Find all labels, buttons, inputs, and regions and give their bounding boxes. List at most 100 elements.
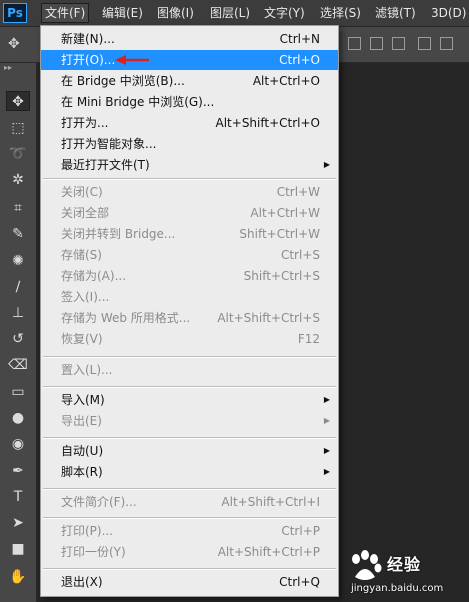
healing-brush-tool-icon[interactable]: ✺: [6, 251, 30, 271]
menu-item-label: 关闭并转到 Bridge...: [61, 227, 176, 241]
file-menu-item[interactable]: 自动(U) ▶: [41, 441, 338, 461]
history-brush-tool-icon[interactable]: ↺: [6, 329, 30, 349]
align-left-icon[interactable]: [418, 37, 431, 50]
file-menu-item[interactable]: 在 Mini Bridge 中浏览(G)...: [41, 92, 338, 112]
align-bottom-icon[interactable]: [392, 37, 405, 50]
menu-select[interactable]: 选择(S): [317, 3, 364, 23]
hand-tool-icon[interactable]: ✋: [6, 567, 30, 587]
move-tool-options-icon[interactable]: ✥: [8, 36, 20, 52]
marquee-tool-icon[interactable]: ⬚: [6, 118, 30, 138]
file-menu-item[interactable]: 导入(M) ▶: [41, 390, 338, 410]
file-menu-item: 关闭全部 Alt+Ctrl+W: [41, 203, 338, 223]
menu-item-shortcut: Ctrl+P: [281, 524, 320, 538]
menu-file[interactable]: 文件(F): [41, 3, 90, 23]
lasso-tool-icon[interactable]: ➰: [6, 144, 30, 164]
file-menu-item: 文件简介(F)... Alt+Shift+Ctrl+I: [41, 492, 338, 512]
menu-item-label: 打开为智能对象...: [61, 137, 157, 151]
menu-separator: [43, 386, 336, 388]
file-menu-item: 导出(E) ▶: [41, 411, 338, 431]
eyedropper-tool-icon[interactable]: ✎: [6, 224, 30, 244]
gradient-tool-icon[interactable]: ▭: [6, 382, 30, 402]
menu-item-shortcut: Shift+Ctrl+W: [239, 227, 320, 241]
baidu-paw-logo-icon: [352, 550, 382, 580]
menu-3d[interactable]: 3D(D): [428, 3, 469, 23]
brush-tool-icon[interactable]: ∕: [6, 277, 30, 297]
menu-item-label: 打印一份(Y): [61, 545, 126, 559]
menu-separator: [43, 488, 336, 490]
menu-filter[interactable]: 滤镜(T): [372, 3, 419, 23]
file-menu-item: 恢复(V) F12: [41, 329, 338, 349]
file-menu-item: 存储为(A)... Shift+Ctrl+S: [41, 266, 338, 286]
menu-separator: [43, 178, 336, 180]
file-menu-item[interactable]: 最近打开文件(T) ▶: [41, 155, 338, 175]
baidu-jingyan-watermark: 经验 jingyan.baidu.com: [345, 545, 465, 599]
menu-item-shortcut: Ctrl+W: [276, 185, 320, 199]
file-menu-item: 打印一份(Y) Alt+Shift+Ctrl+P: [41, 542, 338, 562]
menu-separator: [43, 437, 336, 439]
submenu-arrow-icon: ▶: [323, 160, 330, 169]
align-top-icon[interactable]: [348, 37, 361, 50]
align-horizontal-center-icon[interactable]: [440, 37, 453, 50]
menu-item-label: 关闭(C): [61, 185, 103, 199]
path-selection-tool-icon[interactable]: ➤: [6, 513, 30, 533]
menu-item-shortcut: F12: [297, 332, 320, 346]
file-menu-item[interactable]: 新建(N)... Ctrl+N: [41, 29, 338, 49]
menu-item-shortcut: Alt+Shift+Ctrl+P: [217, 545, 320, 559]
menu-item-label: 存储为(A)...: [61, 269, 127, 283]
menu-separator: [43, 356, 336, 358]
menu-item-shortcut: Alt+Ctrl+O: [252, 74, 320, 88]
type-tool-icon[interactable]: T: [6, 487, 30, 507]
file-menu-item: 存储(S) Ctrl+S: [41, 245, 338, 265]
menu-item-label: 新建(N)...: [61, 32, 115, 46]
file-menu-item: 打印(P)... Ctrl+P: [41, 521, 338, 541]
menu-type[interactable]: 文字(Y): [261, 3, 308, 23]
file-menu-item[interactable]: 打开为智能对象...: [41, 134, 338, 154]
dodge-tool-icon[interactable]: ◉: [6, 434, 30, 454]
annotation-arrow-icon: [115, 55, 149, 65]
menu-edit[interactable]: 编辑(E): [99, 3, 146, 23]
menu-item-shortcut: Shift+Ctrl+S: [243, 269, 320, 283]
file-menu-item: 签入(I)...: [41, 287, 338, 307]
submenu-arrow-icon: ▶: [323, 467, 330, 476]
move-tool-icon[interactable]: ✥: [6, 91, 30, 111]
watermark-brand: 经验: [387, 555, 422, 574]
file-menu-item[interactable]: 脚本(R) ▶: [41, 462, 338, 482]
menu-item-label: 关闭全部: [61, 206, 110, 220]
file-menu-item[interactable]: 打开为... Alt+Shift+Ctrl+O: [41, 113, 338, 133]
menu-bar: Ps 文件(F) 编辑(E) 图像(I) 图层(L) 文字(Y) 选择(S) 滤…: [0, 0, 469, 27]
menu-item-shortcut: Alt+Shift+Ctrl+I: [221, 495, 320, 509]
rectangle-tool-icon[interactable]: ■: [6, 539, 30, 559]
menu-item-shortcut: Ctrl+S: [280, 248, 320, 262]
file-menu-item: 置入(L)...: [41, 360, 338, 380]
menu-item-label: 恢复(V): [61, 332, 103, 346]
panel-collapse-icon[interactable]: ▸▸: [4, 63, 12, 72]
file-menu-item[interactable]: 在 Bridge 中浏览(B)... Alt+Ctrl+O: [41, 71, 338, 91]
pen-tool-icon[interactable]: ✒: [6, 461, 30, 481]
eraser-tool-icon[interactable]: ⌫: [6, 355, 30, 375]
clone-stamp-tool-icon[interactable]: ⊥: [6, 303, 30, 323]
align-vertical-center-icon[interactable]: [370, 37, 383, 50]
submenu-arrow-icon: ▶: [323, 446, 330, 455]
blur-tool-icon[interactable]: ●: [6, 408, 30, 428]
menu-item-label: 签入(I)...: [61, 290, 110, 304]
file-menu-item[interactable]: 退出(X) Ctrl+Q: [41, 572, 338, 592]
menu-layer[interactable]: 图层(L): [207, 3, 253, 23]
file-menu-item: 存储为 Web 所用格式... Alt+Shift+Ctrl+S: [41, 308, 338, 328]
menu-item-label: 脚本(R): [61, 465, 103, 479]
menu-item-shortcut: Alt+Ctrl+W: [250, 206, 320, 220]
menu-item-label: 置入(L)...: [61, 363, 113, 377]
menu-separator: [43, 517, 336, 519]
menu-item-shortcut: Ctrl+Q: [279, 575, 320, 589]
crop-tool-icon[interactable]: ⌗: [6, 198, 30, 218]
menu-item-label: 在 Mini Bridge 中浏览(G)...: [61, 95, 215, 109]
menu-item-label: 导出(E): [61, 414, 102, 428]
file-menu-item[interactable]: 打开(O)... Ctrl+O: [41, 50, 338, 70]
menu-item-label: 打印(P)...: [61, 524, 114, 538]
menu-image[interactable]: 图像(I): [154, 3, 197, 23]
menu-item-label: 自动(U): [61, 444, 104, 458]
submenu-arrow-icon: ▶: [323, 416, 330, 425]
submenu-arrow-icon: ▶: [323, 395, 330, 404]
menu-item-shortcut: Ctrl+O: [279, 53, 320, 67]
magic-wand-tool-icon[interactable]: ✲: [6, 170, 30, 190]
watermark-url: jingyan.baidu.com: [351, 583, 444, 594]
